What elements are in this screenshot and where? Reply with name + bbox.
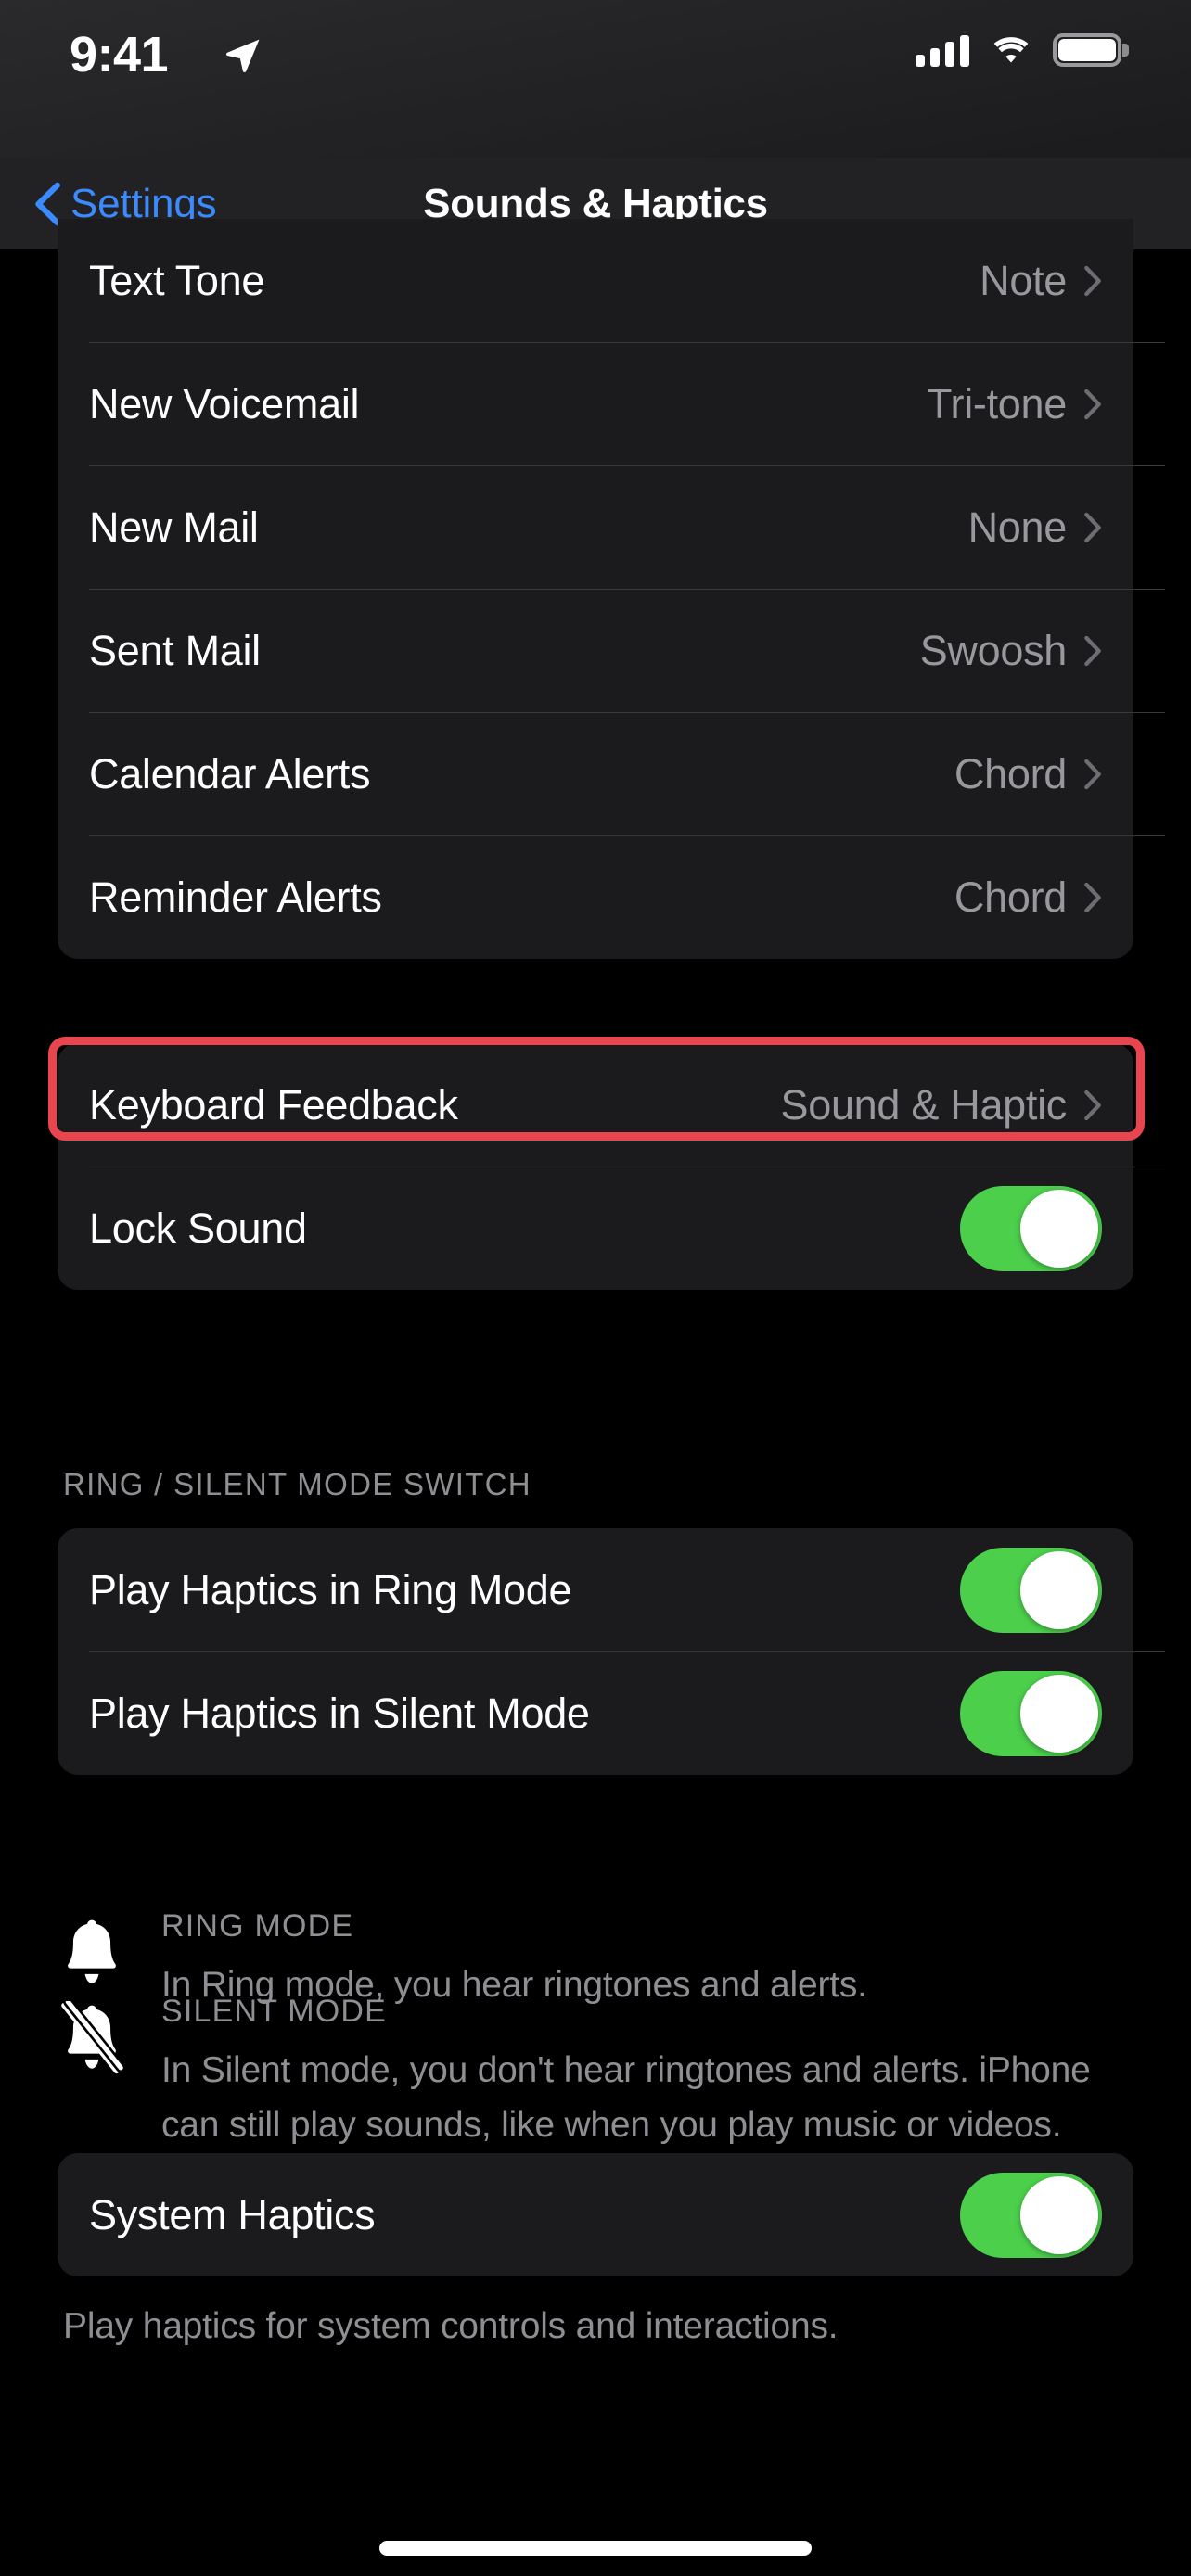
table-row-new-voicemail[interactable]: New Voicemail Tri-tone [89,342,1165,465]
row-value: Chord [954,873,1067,921]
table-row-text-tone[interactable]: Text Tone Note [89,219,1133,342]
play-haptics-silent-mode-toggle[interactable] [960,1670,1102,1756]
status-bar: 9:41 [0,0,1191,158]
info-block-silent-mode: SILENT MODE In Silent mode, you don't he… [58,1994,1152,2153]
row-label: Play Haptics in Ring Mode [89,1565,572,1613]
battery-full-icon [1053,33,1129,67]
chevron-right-icon [1084,635,1101,666]
row-value: Note [980,256,1067,304]
info-title: SILENT MODE [161,1994,388,2029]
table-row-calendar-alerts[interactable]: Calendar Alerts Chord [89,712,1165,835]
system-haptics-toggle[interactable] [960,2172,1102,2258]
table-row-reminder-alerts[interactable]: Reminder Alerts Chord [89,835,1165,959]
table-row-system-haptics[interactable]: System Haptics [89,2153,1133,2276]
row-label: Text Tone [89,256,265,304]
chevron-right-icon [1084,759,1101,789]
chevron-right-icon [1084,1090,1101,1120]
table-row-haptics-ring-mode[interactable]: Play Haptics in Ring Mode [89,1528,1133,1651]
chevron-right-icon [1084,389,1101,419]
row-label: Play Haptics in Silent Mode [89,1689,590,1737]
sounds-section-card: Text Tone Note New Voicemail Tri-tone Ne… [58,219,1165,959]
system-haptics-footnote: Play haptics for system controls and int… [63,2306,839,2346]
row-value: Sound & Haptic [780,1080,1068,1129]
iphone-screen: 9:41 Settings Sounds & Haptics Text Tone… [0,0,1191,2576]
row-value: Chord [954,749,1067,797]
row-label: Calendar Alerts [89,749,371,797]
settings-scroll-view[interactable]: Text Tone Note New Voicemail Tri-tone Ne… [0,219,1191,2576]
row-label: Reminder Alerts [89,873,382,921]
table-row-keyboard-feedback[interactable]: Keyboard Feedback Sound & Haptic [89,1043,1133,1167]
ring-silent-section-card: Play Haptics in Ring Mode Play Haptics i… [58,1528,1165,1775]
row-value: None [967,503,1068,551]
row-value: Tri-tone [927,379,1067,427]
table-row-new-mail[interactable]: New Mail None [89,465,1165,589]
system-haptics-section-card: System Haptics [58,2153,1133,2276]
info-title: RING MODE [161,1908,354,1944]
status-bar-indicators [916,33,1129,67]
row-label: Keyboard Feedback [89,1080,458,1129]
table-row-lock-sound[interactable]: Lock Sound [89,1167,1165,1290]
chevron-right-icon [1084,265,1101,296]
home-indicator [379,2541,812,2556]
cellular-signal-icon [916,33,969,67]
status-bar-time: 9:41 [70,27,169,83]
wifi-icon [993,37,1029,63]
chevron-right-icon [1084,882,1101,912]
table-row-haptics-silent-mode[interactable]: Play Haptics in Silent Mode [89,1651,1165,1775]
section-header-ring-silent: RING / SILENT MODE SWITCH [63,1467,531,1501]
chevron-right-icon [1084,512,1101,542]
lock-sound-toggle[interactable] [960,1185,1102,1271]
row-label: System Haptics [89,2190,376,2238]
row-label: Sent Mail [89,626,261,674]
location-arrow-icon [226,39,260,72]
row-label: New Voicemail [89,379,360,427]
row-value: Swoosh [919,626,1068,674]
row-label: Lock Sound [89,1204,307,1252]
bell-slash-icon [58,1994,161,2153]
keyboard-section-card: Keyboard Feedback Sound & Haptic Lock So… [58,1043,1165,1290]
info-description: In Silent mode, you don't hear ringtones… [161,2050,1091,2146]
play-haptics-ring-mode-toggle[interactable] [960,1547,1102,1633]
table-row-sent-mail[interactable]: Sent Mail Swoosh [89,589,1165,712]
row-label: New Mail [89,503,259,551]
